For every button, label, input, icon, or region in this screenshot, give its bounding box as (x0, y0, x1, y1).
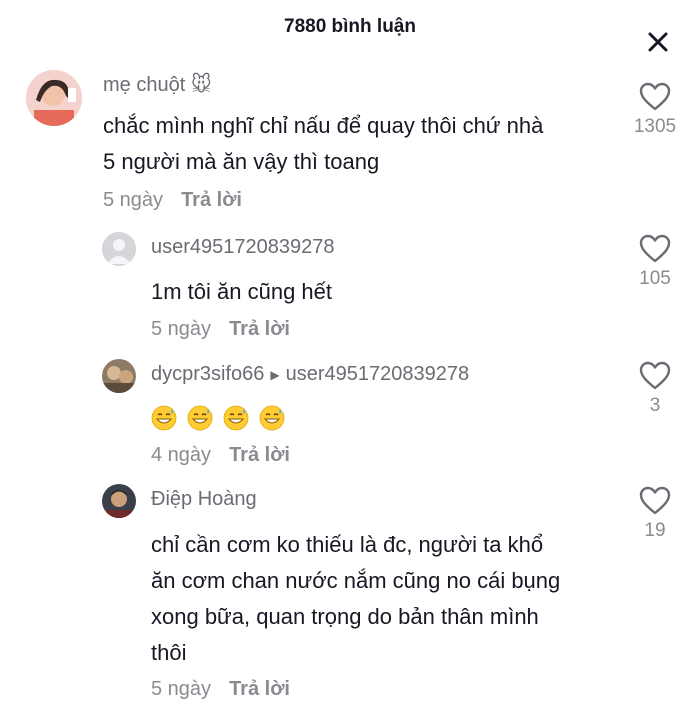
heart-outline-icon (639, 82, 671, 111)
comment-author[interactable]: Điệp Hoàng (151, 488, 257, 511)
reply-button[interactable]: Trả lời (229, 678, 290, 700)
emoji-grinning-sweat (223, 404, 259, 431)
comment-text: chắc mình nghĩ chỉ nấu để quay thôi chứ … (103, 113, 544, 174)
comment-author-name[interactable]: dycpr3sifo66 (151, 363, 264, 386)
heart-outline-icon (639, 361, 671, 390)
emoji-grinning-sweat (259, 404, 289, 431)
comment-author[interactable]: user4951720839278 (151, 236, 335, 259)
like-count: 19 (644, 520, 666, 541)
avatar[interactable] (102, 484, 136, 518)
avatar[interactable] (102, 232, 136, 266)
avatar[interactable] (26, 70, 82, 126)
like-button[interactable]: 105 (625, 234, 685, 290)
comments-count-title: 7880 bình luận (284, 16, 416, 37)
like-button[interactable]: 19 (625, 486, 685, 542)
comment-text: 1m tôi ăn cũng hết (151, 279, 333, 304)
comment-text: chỉ cần cơm ko thiếu là đc, người ta khổ… (151, 532, 561, 665)
like-count: 105 (639, 268, 671, 289)
comment-time: 5 ngày (151, 678, 212, 700)
comment-time: 4 ngày (151, 444, 212, 466)
comment-text (151, 399, 289, 435)
reply-button[interactable]: Trả lời (229, 318, 290, 340)
close-icon (648, 32, 668, 52)
comment-author[interactable]: mẹ chuột 🐭 (103, 72, 212, 97)
emoji-grinning-sweat (151, 404, 187, 431)
heart-outline-icon (639, 486, 671, 515)
comments-header: 7880 bình luận (0, 0, 700, 60)
comment-meta: 5 ngày Trả lời (151, 678, 290, 701)
comment-author: dycpr3sifo66 ▶ user4951720839278 (151, 363, 469, 386)
reply-button[interactable]: Trả lời (229, 444, 290, 466)
close-button[interactable] (644, 28, 672, 56)
emoji-grinning-sweat (187, 404, 223, 431)
heart-outline-icon (639, 234, 671, 263)
comment-time: 5 ngày (103, 189, 164, 211)
like-button[interactable]: 3 (625, 361, 685, 417)
like-count: 1305 (633, 116, 677, 137)
comment-meta: 5 ngày Trả lời (151, 318, 290, 341)
reply-to-user[interactable]: user4951720839278 (286, 363, 470, 386)
comment-meta: 5 ngày Trả lời (103, 189, 242, 212)
comment-time: 5 ngày (151, 318, 212, 340)
like-count: 3 (649, 395, 661, 416)
comment-meta: 4 ngày Trả lời (151, 444, 290, 467)
like-button[interactable]: 1305 (625, 82, 685, 138)
triangle-right-icon: ▶ (270, 367, 280, 382)
avatar[interactable] (102, 359, 136, 393)
reply-button[interactable]: Trả lời (181, 189, 242, 211)
